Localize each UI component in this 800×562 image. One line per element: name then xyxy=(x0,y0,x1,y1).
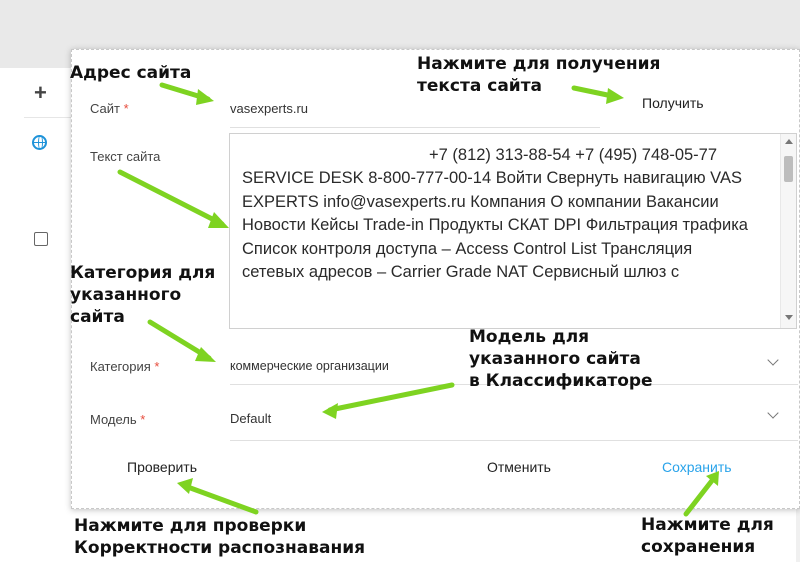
category-select[interactable]: коммерческие организации xyxy=(230,359,389,373)
site-input[interactable]: vasexperts.ru xyxy=(230,101,308,116)
site-input-underline xyxy=(230,127,600,128)
plus-icon[interactable]: + xyxy=(34,82,47,104)
site-label: Сайт * xyxy=(90,101,129,116)
chevron-down-icon[interactable] xyxy=(767,354,779,366)
chevron-down-icon[interactable] xyxy=(767,407,779,419)
annotation-get-text: Нажмите для получения текста сайта xyxy=(417,54,661,96)
cancel-button[interactable]: Отменить xyxy=(487,459,551,475)
annotation-category: Категория для указанного сайта xyxy=(70,263,216,327)
annotation-check: Нажмите для проверки Корректности распоз… xyxy=(74,516,366,558)
required-mark: * xyxy=(140,412,146,427)
check-button[interactable]: Проверить xyxy=(127,459,197,475)
scroll-down-icon[interactable] xyxy=(785,315,793,320)
get-text-button[interactable]: Получить xyxy=(642,95,704,111)
save-button[interactable]: Сохранить xyxy=(662,459,732,475)
model-label: Модель * xyxy=(90,412,145,427)
model-select[interactable]: Default xyxy=(230,411,271,426)
required-mark: * xyxy=(123,101,129,116)
required-mark: * xyxy=(154,359,160,374)
category-label-text: Категория xyxy=(90,359,151,374)
annotation-model: Модель для указанного сайта в Классифика… xyxy=(469,327,653,391)
text-scrollbar[interactable] xyxy=(780,134,796,328)
model-label-text: Модель xyxy=(90,412,137,427)
annotation-save: Нажмите для сохранения xyxy=(641,515,774,557)
model-underline xyxy=(230,440,798,441)
site-text-content: +7 (812) 313-88-54 +7 (495) 748-05-77 SE… xyxy=(242,146,748,282)
globe-icon xyxy=(32,135,47,150)
site-label-text: Сайт xyxy=(90,101,120,116)
site-text-label: Текст сайта xyxy=(90,149,161,164)
row-checkbox[interactable] xyxy=(34,232,48,246)
scroll-up-icon[interactable] xyxy=(785,139,793,144)
site-text-area[interactable]: +7 (812) 313-88-54 +7 (495) 748-05-77 SE… xyxy=(229,133,797,329)
scroll-thumb[interactable] xyxy=(784,156,793,182)
category-label: Категория * xyxy=(90,359,159,374)
annotation-site-address: Адрес сайта xyxy=(70,63,192,83)
